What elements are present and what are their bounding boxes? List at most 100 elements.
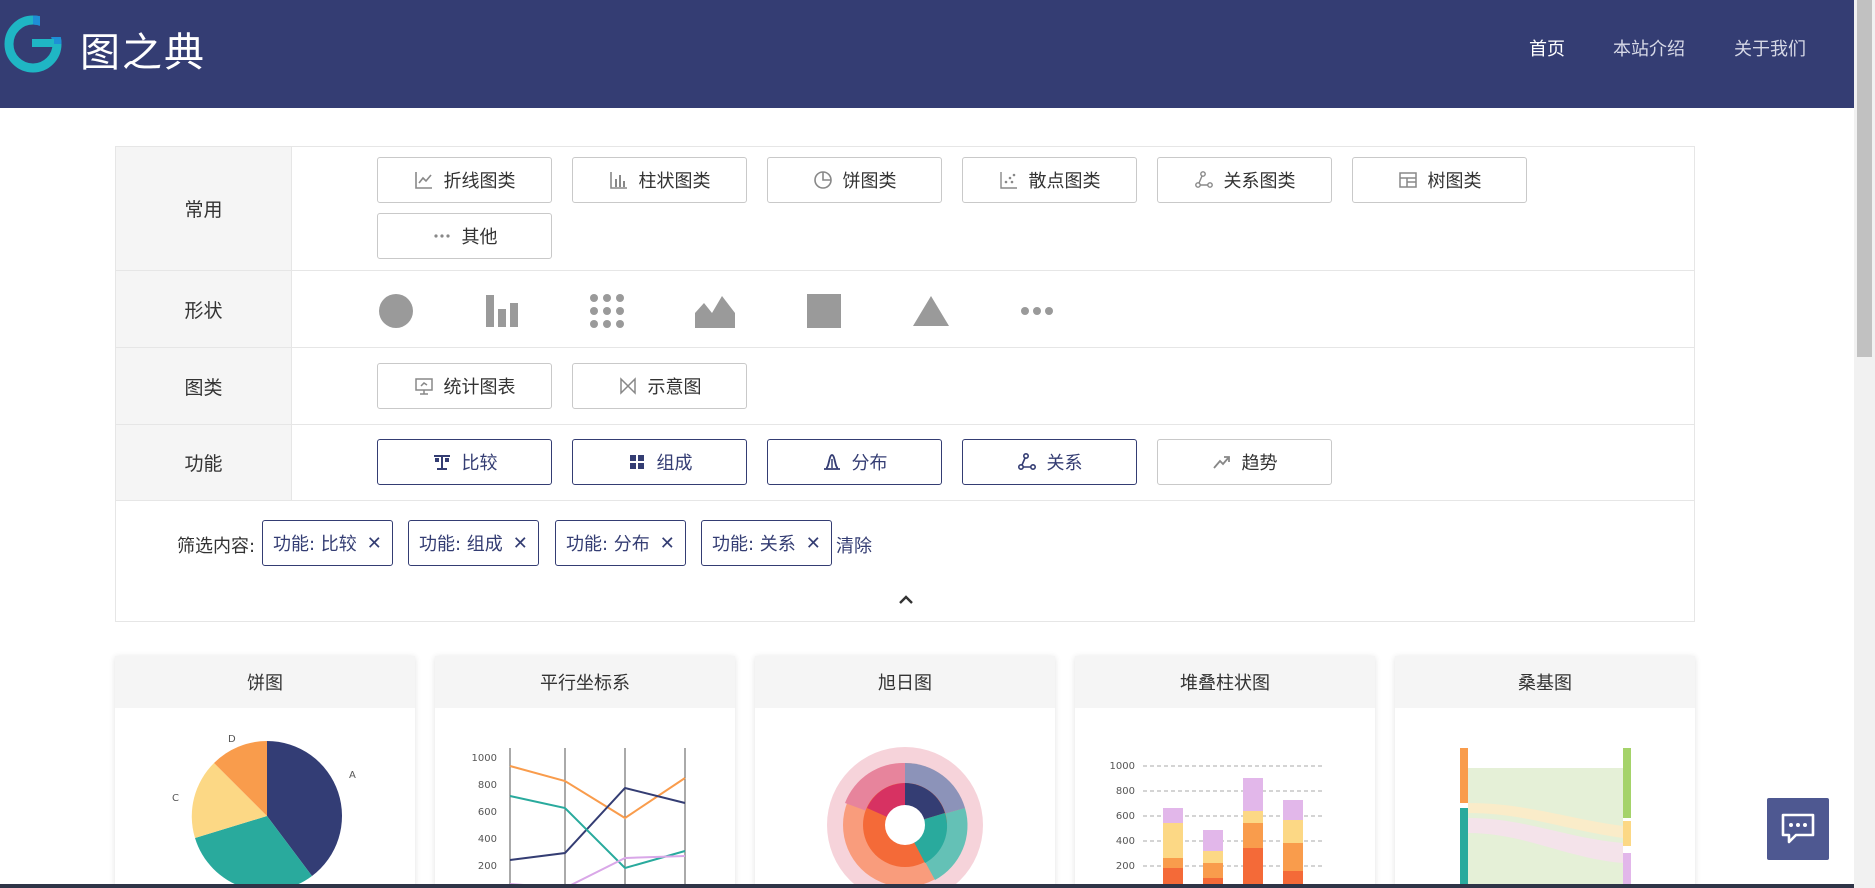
close-icon[interactable]: ✕ [806,533,821,554]
nav-about-us[interactable]: 关于我们 [1734,35,1806,61]
triangle-shape-icon[interactable] [912,293,950,329]
statistics-chart-icon [414,376,434,396]
top-header: 图之典 首页 本站介绍 关于我们 [0,0,1854,108]
axis-tick: 600 [1116,811,1135,822]
chevron-up-icon[interactable] [896,590,916,610]
chip-label: 功能: 比较 [273,534,357,555]
line-chart-icon [414,170,434,190]
filter-relation-fn[interactable]: 关系 [962,439,1137,485]
filter-label: 关系 [1046,453,1083,474]
filter-line-chart[interactable]: 折线图类 [377,157,552,203]
filter-composition[interactable]: 组成 [572,439,747,485]
chat-button[interactable] [1767,798,1829,860]
clear-filters-link[interactable]: 清除 [836,532,872,558]
close-icon[interactable]: ✕ [660,533,675,554]
circle-shape-icon[interactable] [378,293,414,329]
parallel-preview: 1000 800 600 400 200 [472,748,686,888]
balance-icon [432,452,452,472]
nav-home[interactable]: 首页 [1529,35,1565,61]
filter-scatter[interactable]: 散点图类 [962,157,1137,203]
sankey-preview [1460,748,1631,888]
logo-text[interactable]: 图之典 [80,20,206,78]
axis-tick: 1000 [1110,761,1135,772]
filter-row-label: 功能 [116,425,292,500]
filter-label: 示意图 [647,377,702,398]
filter-label: 其他 [461,227,498,248]
filter-label: 组成 [656,453,693,474]
chip-label: 功能: 组成 [419,534,503,555]
selected-chip[interactable]: 功能: 分布 ✕ [555,520,686,566]
filter-row-shape: 形状 [116,271,1694,348]
filter-statistics-chart[interactable]: 统计图表 [377,363,552,409]
stacked-bar-preview: 1000 800 600 400 200 [1110,761,1325,888]
scrollbar-thumb[interactable] [1857,0,1872,357]
filter-label: 关系图类 [1223,171,1296,192]
scatter-icon [999,170,1019,190]
filter-label: 比较 [461,453,498,474]
more-shape-icon[interactable] [1020,301,1054,321]
filter-row-label: 常用 [116,147,292,270]
close-icon[interactable]: ✕ [367,533,382,554]
filter-label: 散点图类 [1028,171,1101,192]
axis-tick: 800 [1116,786,1135,797]
logo-icon[interactable] [4,15,62,73]
dots-shape-icon[interactable] [589,293,625,329]
filter-other[interactable]: 其他 [377,213,552,259]
filter-relation[interactable]: 关系图类 [1157,157,1332,203]
card-title: 桑基图 [1395,656,1695,708]
selected-chip[interactable]: 功能: 组成 ✕ [408,520,539,566]
chart-card-pie[interactable]: 饼图 A C D [115,656,415,888]
square-shape-icon[interactable] [806,293,842,329]
chart-card-parallel[interactable]: 平行坐标系 1000 800 600 400 200 [435,656,735,888]
chart-card-sankey[interactable]: 桑基图 [1395,656,1695,888]
chip-label: 功能: 关系 [712,534,796,555]
card-title: 旭日图 [755,656,1055,708]
filter-distribution[interactable]: 分布 [767,439,942,485]
filter-label: 柱状图类 [638,171,711,192]
pie-preview: A C D [172,734,356,888]
pie-label: C [172,793,179,804]
close-icon[interactable]: ✕ [513,533,528,554]
filter-schematic[interactable]: 示意图 [572,363,747,409]
bottom-strip [0,884,1854,888]
axis-tick: 600 [478,807,497,818]
filter-row-function: 功能 比较 组成 分布 关系 趋势 [116,425,1694,501]
chart-card-stacked-bar[interactable]: 堆叠柱状图 1000 800 600 400 200 [1075,656,1375,888]
filter-label: 统计图表 [443,377,516,398]
filter-bar-chart[interactable]: 柱状图类 [572,157,747,203]
axis-tick: 1000 [472,753,497,764]
pie-label: A [349,770,356,781]
filter-label: 趋势 [1241,453,1278,474]
axis-tick: 800 [478,780,497,791]
filter-pie-chart[interactable]: 饼图类 [767,157,942,203]
filter-label: 分布 [851,453,888,474]
selected-filters-label: 筛选内容: [177,536,256,557]
pie-label: D [228,734,236,745]
area-shape-icon[interactable] [694,293,736,329]
card-title: 饼图 [115,656,415,708]
filter-row-label: 形状 [116,271,292,347]
schematic-icon [618,376,638,396]
treemap-icon [1398,170,1418,190]
distribution-icon [822,452,842,472]
filter-label: 折线图类 [443,171,516,192]
chart-card-sunburst[interactable]: 旭日图 [755,656,1055,888]
bars-shape-icon[interactable] [484,293,520,329]
sunburst-preview [827,747,983,888]
filter-trend[interactable]: 趋势 [1157,439,1332,485]
filter-compare[interactable]: 比较 [377,439,552,485]
bar-chart-icon [609,170,629,190]
composition-icon [627,452,647,472]
chat-bubble-icon [1781,813,1815,844]
filter-row-common: 常用 折线图类 柱状图类 饼图类 散点图类 关系图类 树图类 其他 [116,147,1694,271]
relation-icon [1194,170,1214,190]
axis-tick: 200 [478,861,497,872]
axis-tick: 400 [478,834,497,845]
relation-icon [1017,452,1037,472]
pie-chart-icon [813,170,833,190]
card-title: 堆叠柱状图 [1075,656,1375,708]
filter-treemap[interactable]: 树图类 [1352,157,1527,203]
nav-about-site[interactable]: 本站介绍 [1613,35,1685,61]
selected-chip[interactable]: 功能: 关系 ✕ [701,520,832,566]
selected-chip[interactable]: 功能: 比较 ✕ [262,520,393,566]
